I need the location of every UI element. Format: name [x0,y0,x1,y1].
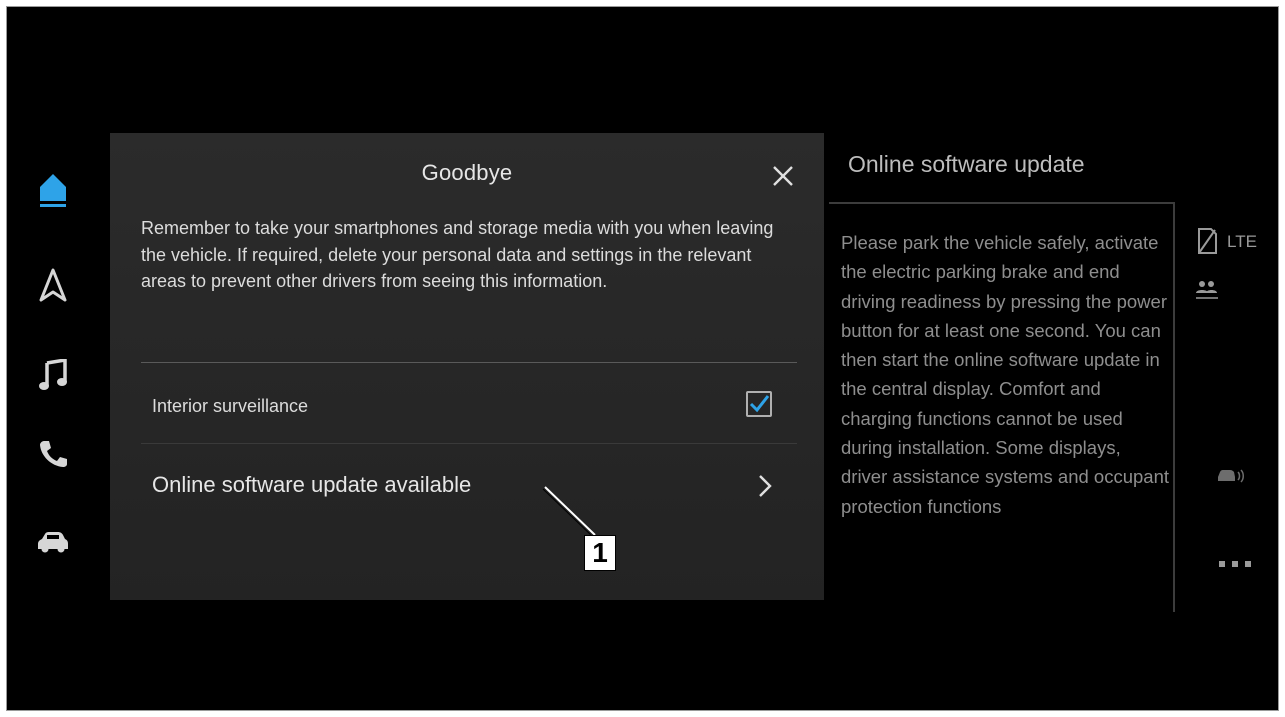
interior-surveillance-label: Interior surveillance [152,396,309,416]
navigation-arrow-icon[interactable] [33,265,73,305]
callout-number: 1 [584,535,616,571]
interior-surveillance-row[interactable]: Interior surveillance [141,374,801,434]
car-icon[interactable] [33,522,73,562]
car-signal-icon [1217,467,1245,485]
goodbye-dialog: Goodbye Remember to take your smartphone… [110,133,824,600]
music-note-icon[interactable] [33,355,73,395]
persons-icon [1194,279,1220,301]
divider [141,362,797,363]
online-software-update-label: Online software update available [152,472,472,497]
infotainment-screen: Goodbye Remember to take your smartphone… [6,6,1279,711]
dialog-message: Remember to take your smartphones and st… [141,218,774,291]
more-icon[interactable] [1217,555,1257,571]
close-icon[interactable] [770,163,796,189]
online-software-update-row[interactable]: Online software update available [141,451,801,511]
dialog-title: Goodbye [421,160,513,185]
home-icon[interactable] [33,170,73,210]
no-sim-icon [1196,227,1218,255]
network-type-label: LTE [1227,232,1257,251]
side-panel: Please park the vehicle safely, activate… [829,202,1175,612]
side-panel-title: Online software update [848,151,1085,177]
phone-icon[interactable] [33,434,73,474]
side-panel-text: Please park the vehicle safely, activate… [841,232,1170,517]
interior-surveillance-checkbox[interactable] [746,391,772,417]
divider [141,443,797,444]
chevron-right-icon [755,473,775,499]
